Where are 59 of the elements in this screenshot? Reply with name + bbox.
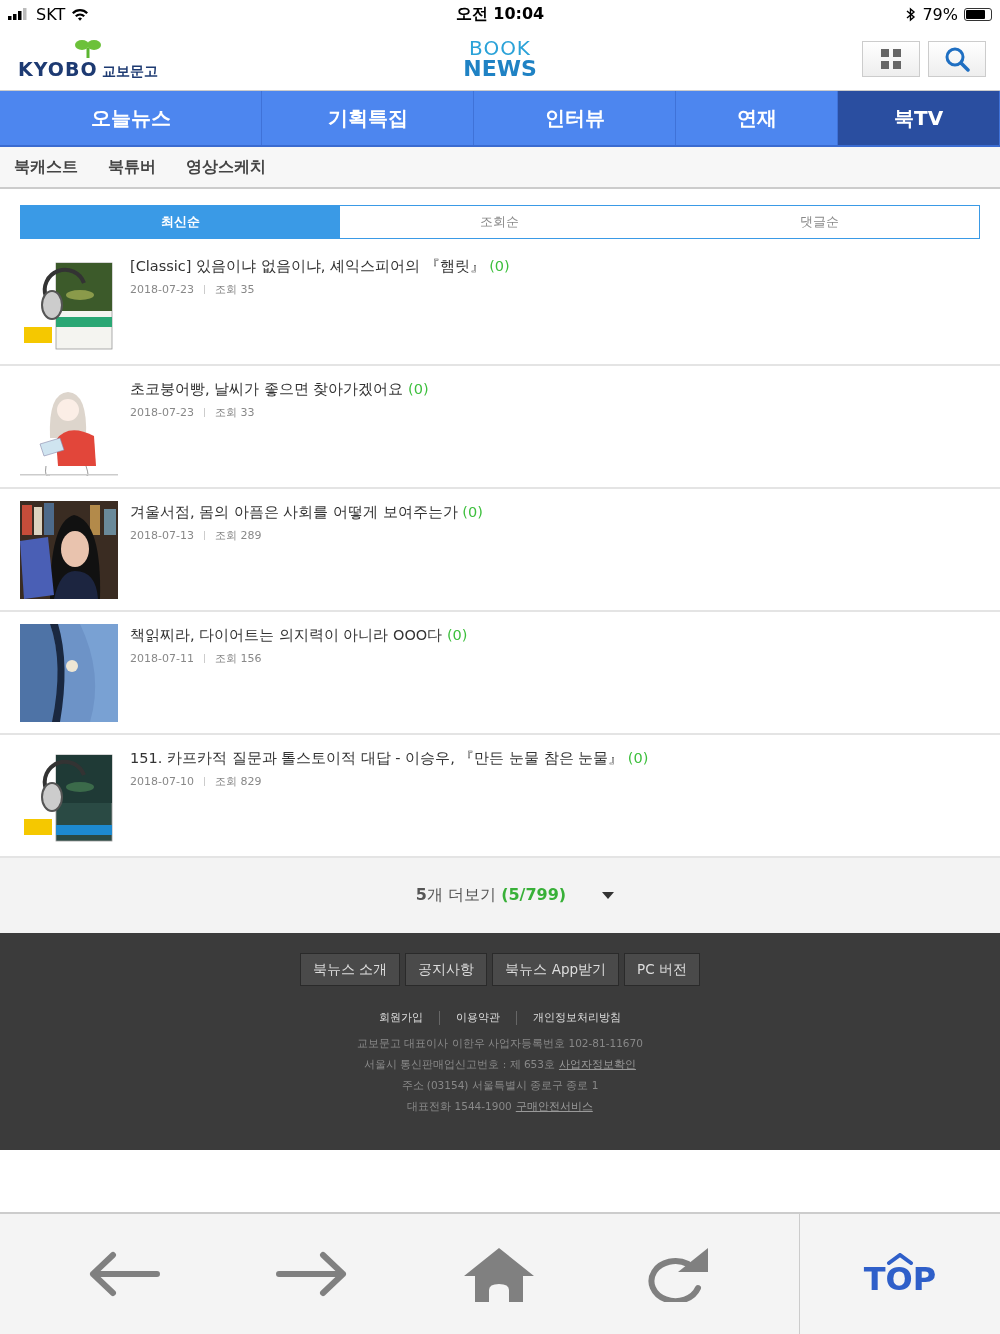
grid-icon — [881, 49, 901, 69]
comment-count: (0) — [446, 627, 468, 643]
view-count: 조회 829 — [214, 774, 262, 789]
comment-count: (0) — [627, 750, 649, 766]
info-link[interactable]: 사업자정보확인 — [558, 1058, 636, 1072]
view-count: 조회 35 — [214, 282, 255, 297]
view-count: 조회 289 — [214, 528, 262, 543]
article-date: 2018-07-23 — [130, 283, 194, 296]
view-count: 조회 156 — [214, 651, 262, 666]
footer-link[interactable]: 개인정보처리방침 — [533, 1010, 621, 1025]
comment-count: (0) — [489, 258, 510, 274]
article-title[interactable]: 초코붕어빵, 날씨가 좋으면 찾아가겠어요 — [130, 381, 404, 397]
brand-logo-top: BOOK — [469, 38, 531, 58]
scroll-top-button[interactable]: TOP — [800, 1214, 1000, 1334]
load-more-button[interactable]: 5개 더보기 (5/799) — [415, 885, 567, 906]
logo-korean-text: 교보문고 — [101, 62, 158, 81]
logo-text: KYOBO — [18, 57, 98, 80]
footer-link[interactable]: 이용약관 — [456, 1010, 500, 1025]
wifi-icon — [71, 7, 90, 21]
grid-menu-button[interactable] — [862, 41, 920, 77]
footer-button[interactable]: 북뉴스 App받기 — [492, 953, 620, 986]
search-button[interactable] — [928, 41, 986, 77]
signal-icon — [8, 8, 30, 20]
article-date: 2018-07-11 — [130, 652, 194, 665]
battery-percent: 79% — [922, 4, 958, 24]
nav-tab[interactable]: 북TV — [838, 91, 1000, 145]
footer-link[interactable]: 회원가입 — [379, 1010, 423, 1025]
battery-icon — [964, 7, 992, 21]
search-icon — [944, 46, 970, 72]
article-title[interactable]: 겨울서점, 몸의 아픔은 사회를 어떻게 보여주는가 — [130, 504, 458, 520]
back-button[interactable] — [87, 1249, 162, 1299]
carrier-name: SKT — [36, 4, 66, 24]
footer-button[interactable]: PC 버전 — [624, 953, 700, 986]
sub-tab[interactable]: 북튜버 — [108, 156, 156, 178]
article-date: 2018-07-23 — [130, 406, 194, 419]
info-link[interactable]: 구매안전서비스 — [515, 1100, 593, 1114]
article-date: 2018-07-13 — [130, 529, 194, 542]
article-title[interactable]: 책읽찌라, 다이어트는 의지력이 아니라 OOO다 — [130, 627, 443, 643]
company-info-text: 교보문고 대표이사 이한우 사업자등록번호 102-81-11670 — [357, 1037, 643, 1051]
article-title[interactable]: 151. 카프카적 질문과 톨스토이적 대답 - 이승우, 『만든 눈물 참은 눈물』 — [130, 750, 624, 766]
brand-logo-bottom: NEWS — [463, 58, 537, 80]
sprout-icon — [73, 37, 102, 58]
sub-tab[interactable]: 영상스케치 — [186, 156, 266, 178]
home-button[interactable] — [463, 1246, 534, 1302]
comment-count: (0) — [462, 504, 483, 520]
caret-icon — [602, 892, 615, 899]
footer-button[interactable]: 공지사항 — [405, 953, 488, 986]
caret-up-icon — [886, 1253, 914, 1265]
article-title[interactable]: [Classic] 있음이냐 없음이냐, 셰익스피어의 『햄릿』 — [130, 258, 485, 274]
sub-tab[interactable]: 북캐스트 — [14, 156, 78, 178]
footer-button[interactable]: 북뉴스 소개 — [300, 953, 401, 986]
company-info-text: 대표전화 1544-1900 — [407, 1100, 512, 1114]
bluetooth-icon — [906, 6, 917, 22]
company-info-text: 주소 (03154) 서울특별시 종로구 종로 1 — [401, 1079, 599, 1093]
view-count: 조회 33 — [214, 405, 255, 420]
company-info-text: 서울시 통신판매업신고번호 : 제 653호 — [364, 1058, 555, 1072]
article-date: 2018-07-10 — [130, 775, 194, 788]
clock-time: 오전 10:04 — [455, 3, 545, 25]
comment-count: (0) — [408, 381, 429, 397]
